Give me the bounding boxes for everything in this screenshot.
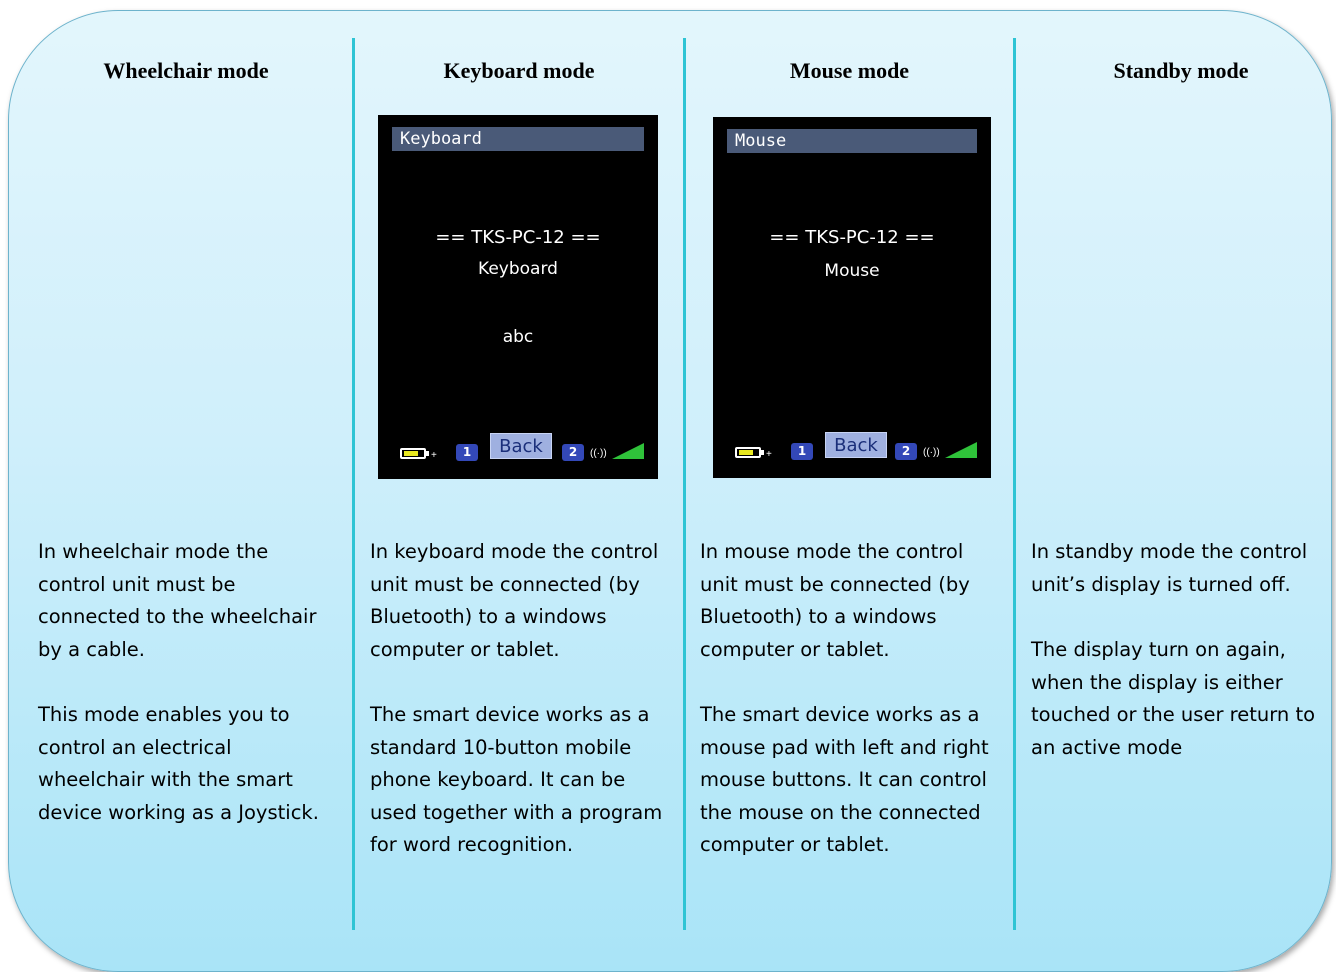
battery-icon — [400, 448, 426, 459]
antenna-icon: ((·)) — [923, 447, 940, 458]
standby-mode-paragraph-1: In standby mode the control unit’s displ… — [1031, 540, 1308, 596]
mouse-mode-description: In mouse mode the control unit must be c… — [700, 536, 1005, 895]
back-button[interactable]: Back — [825, 432, 887, 458]
keyboard-mode-paragraph-1: In keyboard mode the control unit must b… — [370, 540, 659, 661]
keyboard-screen-status-bar: + 1 Back 2 ((·)) — [378, 433, 658, 465]
mouse-screen-mode-label: Mouse — [824, 261, 880, 281]
keyboard-mode-title: Keyboard mode — [443, 58, 595, 83]
bluetooth-1-icon: 1 — [791, 443, 813, 460]
mouse-mode-title: Mouse mode — [789, 58, 910, 83]
mouse-mode-paragraph-1: In mouse mode the control unit must be c… — [700, 540, 970, 661]
keyboard-screen-header: Keyboard — [392, 127, 644, 151]
standby-mode-title: Standby mode — [1113, 58, 1249, 83]
mouse-screen-status-bar: + 1 Back 2 ((·)) — [713, 432, 991, 464]
signal-strength-icon — [945, 442, 977, 458]
back-button[interactable]: Back — [490, 433, 552, 459]
keyboard-screen-device-name: == TKS-PC-12 == — [435, 227, 601, 248]
signal-strength-icon — [612, 443, 644, 459]
bluetooth-2-icon: 2 — [895, 443, 917, 460]
keyboard-device-screen: Keyboard == TKS-PC-12 == Keyboard abc + … — [378, 115, 658, 479]
wheelchair-mode-title: Wheelchair mode — [103, 58, 269, 83]
keyboard-mode-paragraph-2: The smart device works as a standard 10-… — [370, 703, 663, 856]
wheelchair-mode-description: In wheelchair mode the control unit must… — [38, 536, 338, 862]
mouse-device-screen: Mouse == TKS-PC-12 == Mouse + 1 Back 2 (… — [713, 117, 991, 478]
column-divider-3 — [1013, 38, 1016, 930]
battery-plus-icon: + — [431, 450, 437, 461]
keyboard-screen-input-text: abc — [502, 327, 534, 347]
mouse-mode-paragraph-2: The smart device works as a mouse pad wi… — [700, 703, 989, 856]
column-divider-1 — [352, 38, 355, 930]
standby-mode-paragraph-2: The display turn on again, when the disp… — [1031, 638, 1316, 759]
antenna-icon: ((·)) — [590, 448, 607, 459]
standby-mode-description: In standby mode the control unit’s displ… — [1031, 536, 1326, 797]
battery-plus-icon: + — [766, 449, 772, 460]
battery-tip — [426, 451, 429, 456]
battery-icon — [735, 447, 761, 458]
wheelchair-mode-paragraph-2: This mode enables you to control an elec… — [38, 703, 319, 824]
battery-tip — [761, 450, 764, 455]
bluetooth-1-icon: 1 — [456, 444, 478, 461]
mouse-screen-device-name: == TKS-PC-12 == — [769, 227, 935, 248]
column-divider-2 — [683, 38, 686, 930]
bluetooth-2-icon: 2 — [562, 444, 584, 461]
mouse-screen-header: Mouse — [727, 129, 977, 153]
wheelchair-mode-paragraph-1: In wheelchair mode the control unit must… — [38, 540, 317, 661]
keyboard-mode-description: In keyboard mode the control unit must b… — [370, 536, 670, 895]
keyboard-screen-mode-label: Keyboard — [478, 259, 558, 279]
